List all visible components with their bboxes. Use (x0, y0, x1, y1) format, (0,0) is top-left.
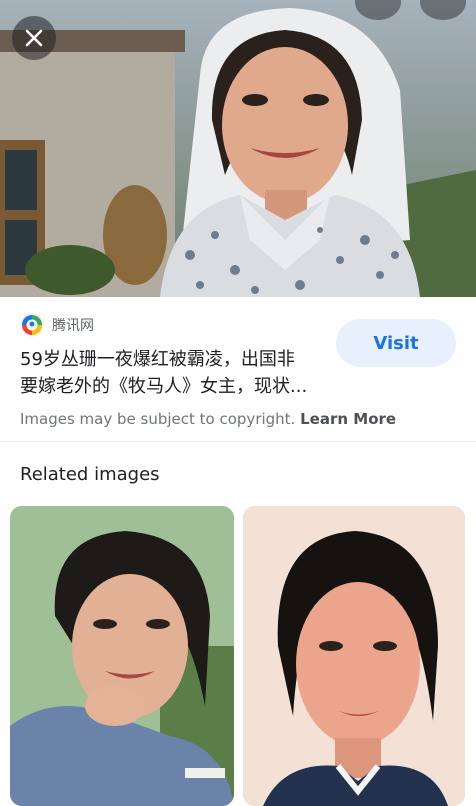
visit-button[interactable]: Visit (336, 319, 456, 367)
divider (0, 441, 476, 442)
close-button[interactable] (12, 16, 56, 60)
related-photo-1 (10, 506, 234, 806)
source-name: 腾讯网 (52, 318, 94, 334)
source-attribution[interactable]: 腾讯网 (20, 313, 94, 337)
title-line-1: 59岁丛珊一夜爆红被霸凌，出国非 (20, 349, 295, 370)
learn-more-link[interactable]: Learn More (300, 410, 396, 428)
related-images-heading: Related images (20, 464, 160, 485)
portrait-photo (0, 0, 476, 297)
tencent-news-logo-icon (20, 313, 44, 337)
copyright-notice: Images may be subject to copyright. Lear… (20, 410, 396, 428)
related-photo-2 (243, 506, 465, 806)
related-image-1[interactable] (10, 506, 234, 806)
related-image-2[interactable] (243, 506, 465, 806)
main-image[interactable] (0, 0, 476, 297)
result-title[interactable]: 59岁丛珊一夜爆红被霸凌，出国非 要嫁老外的《牧马人》女主，现状... (20, 346, 320, 400)
copyright-text: Images may be subject to copyright. (20, 410, 296, 428)
close-icon (25, 29, 43, 47)
title-line-2: 要嫁老外的《牧马人》女主，现状... (20, 376, 308, 397)
